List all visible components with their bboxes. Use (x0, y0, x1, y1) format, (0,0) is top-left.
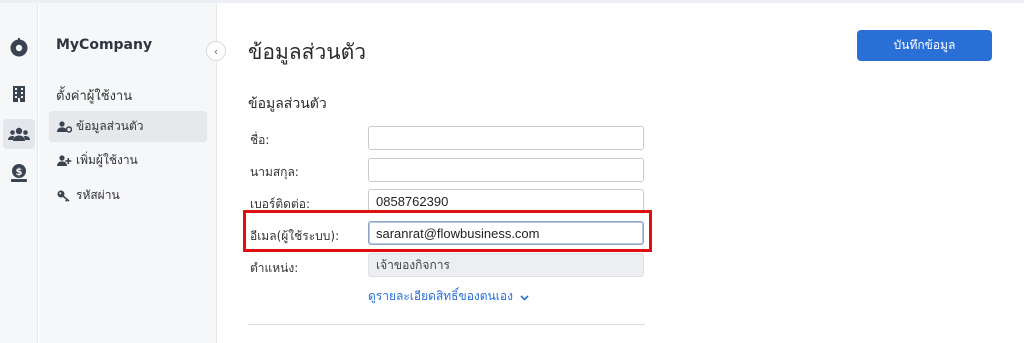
sidebar-item-label: ข้อมูลส่วนตัว (76, 119, 144, 133)
icon-rail: $ (0, 3, 38, 343)
email-label: อีเมล(ผู้ใช้ระบบ): (250, 229, 340, 243)
view-permissions-link[interactable]: ดูรายละเอียดสิทธิ์ของตนเอง (368, 287, 529, 306)
sidebar-section-title: ตั้งค่าผู้ใช้งาน (56, 89, 133, 104)
email-field[interactable]: saranrat@flowbusiness.com (368, 221, 644, 245)
first-name-label: ชื่อ: (250, 133, 270, 147)
company-name: MyCompany (56, 37, 153, 53)
last-name-label: นามสกุล: (250, 165, 299, 179)
building-icon[interactable] (8, 83, 30, 105)
sidebar-item-add-user[interactable]: เพิ่มผู้ใช้งาน (49, 145, 207, 176)
last-name-field[interactable] (368, 158, 644, 182)
settings-gear-icon[interactable] (8, 37, 30, 59)
page-title: ข้อมูลส่วนตัว (248, 40, 367, 64)
sidebar: MyCompany ‹ ตั้งค่าผู้ใช้งาน ข้อมูลส่วนต… (39, 3, 226, 343)
sidebar-item-label: เพิ่มผู้ใช้งาน (76, 153, 138, 167)
collapse-sidebar-button[interactable]: ‹ (206, 41, 226, 61)
first-name-field[interactable] (368, 126, 644, 150)
chevron-down-icon (520, 290, 529, 304)
view-permissions-label: ดูรายละเอียดสิทธิ์ของตนเอง (368, 289, 513, 303)
position-field: เจ้าของกิจการ (368, 253, 644, 277)
svg-text:$: $ (16, 167, 23, 178)
sidebar-item-label: รหัสผ่าน (76, 188, 120, 202)
save-button[interactable]: บันทึกข้อมูล (857, 30, 992, 61)
section-title: ข้อมูลส่วนตัว (248, 96, 327, 112)
user-plus-icon (56, 154, 72, 168)
chevron-left-icon: ‹ (213, 44, 219, 58)
sidebar-item-profile[interactable]: ข้อมูลส่วนตัว (49, 111, 207, 142)
key-icon (56, 189, 72, 203)
money-icon[interactable]: $ (8, 162, 30, 184)
position-label: ตำแหน่ง: (250, 261, 299, 275)
users-group-icon[interactable] (3, 119, 35, 149)
app-window: $ MyCompany ‹ ตั้งค่าผู้ใช้งาน ข้อมูลส่ว… (0, 0, 1024, 343)
section-divider (248, 324, 645, 325)
user-cog-icon (56, 120, 72, 134)
sidebar-item-password[interactable]: รหัสผ่าน (49, 180, 207, 211)
